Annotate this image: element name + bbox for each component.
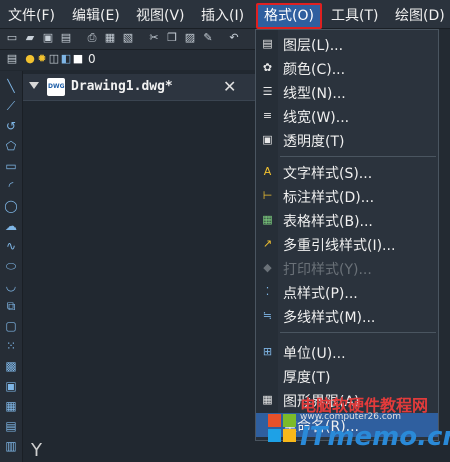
gradient-icon[interactable]: ▣ [4, 379, 18, 393]
mtext-icon[interactable]: ▥ [4, 439, 18, 453]
mleader-style-icon: ↗ [262, 237, 273, 250]
menu-edit[interactable]: 编辑(E) [72, 5, 120, 25]
make-block-icon[interactable]: ▢ [4, 319, 18, 333]
arc-icon[interactable]: ◜ [4, 179, 18, 193]
drawing-canvas[interactable] [23, 101, 255, 462]
mline-style-icon: ≒ [262, 309, 273, 322]
undo-icon[interactable]: ↶ [228, 32, 240, 44]
print-icon[interactable]: ⎙ [86, 32, 98, 44]
lineweight-icon: ≡ [262, 109, 273, 122]
format-menu-dropdown: ▤ 图层(L)... ✿ 颜色(C)... ☰ 线型(N)... ≡ 线宽(W)… [255, 29, 439, 441]
table-icon[interactable]: ▤ [4, 419, 18, 433]
menu-item-layer[interactable]: ▤ 图层(L)... [256, 32, 438, 56]
insert-block-icon[interactable]: ⧉ [4, 299, 18, 313]
plot-style-icon: ◆ [263, 261, 272, 274]
sun-icon[interactable]: ✹ [36, 53, 48, 65]
match-properties-icon[interactable]: ✎ [202, 32, 214, 44]
ucs-y-label: Y [31, 440, 42, 461]
color-swatch-icon[interactable]: ■ [72, 53, 84, 65]
table-style-icon: ▦ [262, 213, 273, 226]
menu-separator [280, 332, 436, 333]
ellipse-icon[interactable]: ⬭ [4, 259, 18, 273]
menu-item-thickness[interactable]: 厚度(T) [256, 364, 438, 388]
transparency-icon: ▣ [262, 133, 273, 146]
publish-icon[interactable]: ▧ [122, 32, 134, 44]
menu-view[interactable]: 视图(V) [136, 5, 185, 25]
rectangle-icon[interactable]: ▭ [4, 159, 18, 173]
dwg-file-icon: DWG [47, 78, 65, 96]
site-watermark: 电脑软硬件教程网 www.computer26.com ITmemo.cn [268, 392, 450, 462]
menu-item-mleader-style[interactable]: ↗ 多重引线样式(I)... [256, 232, 438, 256]
tab-menu-arrow-icon[interactable] [29, 82, 39, 89]
menu-file[interactable]: 文件(F) [8, 5, 55, 25]
cut-icon[interactable]: ✂ [148, 32, 160, 44]
revcloud-icon[interactable]: ☁ [4, 219, 18, 233]
menu-item-point-style[interactable]: ⁚ 点样式(P)... [256, 280, 438, 304]
menu-draw[interactable]: 绘图(D) [395, 5, 445, 25]
copy-icon[interactable]: ❐ [166, 32, 178, 44]
polyline-icon[interactable]: ↺ [4, 119, 18, 133]
menu-bar: 文件(F) 编辑(E) 视图(V) 插入(I) 格式(O) 工具(T) 绘图(D… [0, 0, 450, 29]
menu-item-lineweight[interactable]: ≡ 线宽(W)... [256, 104, 438, 128]
menu-insert[interactable]: 插入(I) [201, 5, 244, 25]
bulb-icon[interactable]: ● [24, 53, 36, 65]
ellipse-arc-icon[interactable]: ◡ [4, 279, 18, 293]
close-icon[interactable]: ✕ [223, 77, 236, 96]
menu-separator [280, 156, 436, 157]
menu-item-linetype[interactable]: ☰ 线型(N)... [256, 80, 438, 104]
paste-icon[interactable]: ▨ [184, 32, 196, 44]
dim-style-icon: ⊢ [262, 189, 273, 202]
layers-icon: ▤ [262, 37, 273, 50]
right-panel-strip [438, 29, 450, 439]
hatch-icon[interactable]: ▩ [4, 359, 18, 373]
lock-open-icon[interactable]: ◫ [48, 53, 60, 65]
menu-item-dim-style[interactable]: ⊢ 标注样式(D)... [256, 184, 438, 208]
polygon-icon[interactable]: ⬠ [4, 139, 18, 153]
watermark-url: www.computer26.com [300, 412, 402, 422]
units-icon: ⊞ [262, 345, 273, 358]
layer-toolbar: ▤ ● ✹ ◫ ◧ ■ 0 [0, 50, 260, 70]
watermark-brand: ITmemo.cn [300, 422, 450, 452]
text-style-icon: A [263, 165, 272, 178]
current-layer-value[interactable]: 0 [88, 52, 96, 66]
open-folder-icon[interactable]: ▰ [24, 32, 36, 44]
linetype-icon: ☰ [262, 85, 273, 98]
palette-icon: ✿ [262, 61, 273, 74]
draw-toolbar: ╲ ⟋ ↺ ⬠ ▭ ◜ ◯ ☁ ∿ ⬭ ◡ ⧉ ▢ ⁙ ▩ ▣ ▦ ▤ ▥ [0, 71, 23, 462]
lock-icon[interactable]: ◧ [60, 53, 72, 65]
spline-icon[interactable]: ∿ [4, 239, 18, 253]
standard-toolbar: ▭ ▰ ▣ ▤ ⎙ ▦ ▧ ✂ ❐ ▨ ✎ ↶ [0, 29, 260, 50]
save-icon[interactable]: ▣ [42, 32, 54, 44]
menu-item-color[interactable]: ✿ 颜色(C)... [256, 56, 438, 80]
menu-item-table-style[interactable]: ▦ 表格样式(B)... [256, 208, 438, 232]
point-style-icon: ⁚ [265, 285, 270, 298]
menu-tools[interactable]: 工具(T) [331, 5, 378, 25]
menu-format[interactable]: 格式(O) [256, 3, 322, 29]
menu-item-text-style[interactable]: A 文字样式(S)... [256, 160, 438, 184]
menu-item-plot-style: ◆ 打印样式(Y)... [256, 256, 438, 280]
line-icon[interactable]: ╲ [4, 79, 18, 93]
region-icon[interactable]: ▦ [4, 399, 18, 413]
preview-icon[interactable]: ▦ [104, 32, 116, 44]
layer-manager-icon[interactable]: ▤ [6, 53, 18, 65]
tab-title: Drawing1.dwg* [71, 79, 173, 94]
thickness-icon [261, 369, 274, 382]
menu-item-units[interactable]: ⊞ 单位(U)... [256, 340, 438, 364]
point-icon[interactable]: ⁙ [4, 339, 18, 353]
save-as-icon[interactable]: ▤ [60, 32, 72, 44]
menu-item-mline-style[interactable]: ≒ 多线样式(M)... [256, 304, 438, 328]
circle-icon[interactable]: ◯ [4, 199, 18, 213]
new-file-icon[interactable]: ▭ [6, 32, 18, 44]
windows-logo-icon [268, 414, 296, 442]
construction-line-icon[interactable]: ⟋ [4, 99, 18, 113]
menu-item-transparency[interactable]: ▣ 透明度(T) [256, 128, 438, 152]
drawing-tab[interactable]: DWG Drawing1.dwg* ✕ [23, 74, 255, 101]
